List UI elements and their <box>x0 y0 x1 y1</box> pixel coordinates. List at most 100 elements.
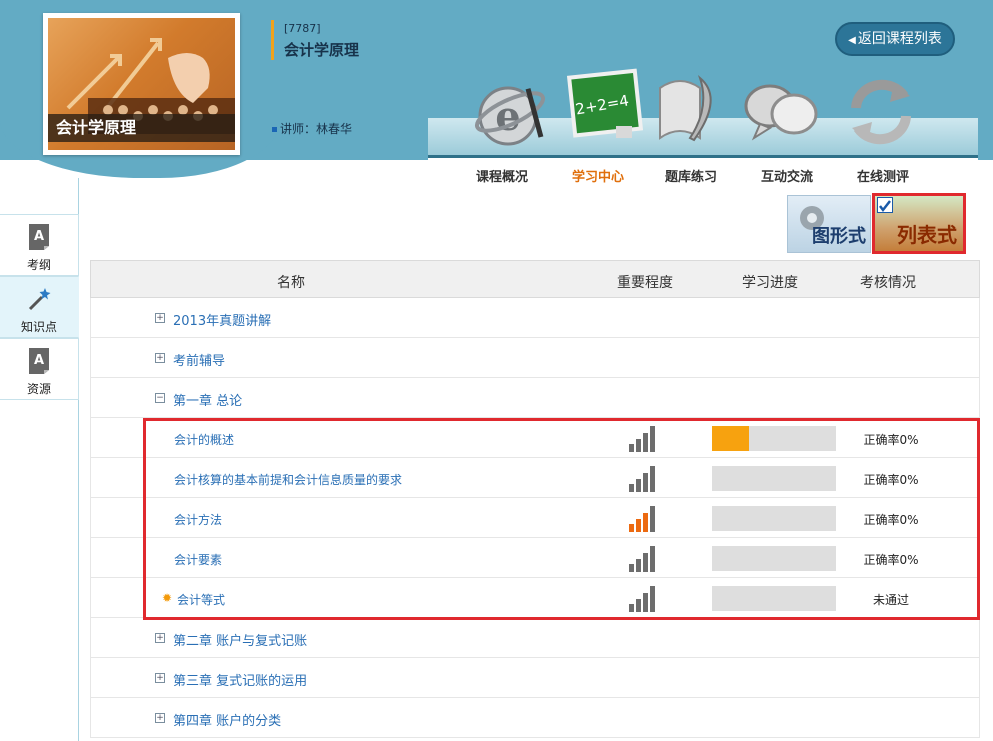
bullet-icon <box>272 127 277 132</box>
importance-bar <box>643 593 648 612</box>
importance-bars-icon <box>629 586 657 612</box>
graph-view-button[interactable]: 图形式 <box>787 195 871 253</box>
column-header-importance: 重要程度 <box>617 275 673 291</box>
nav-course-overview[interactable]: 课程概况 <box>476 166 528 185</box>
importance-bar <box>643 553 648 572</box>
ie-globe-icon[interactable]: e <box>472 68 550 150</box>
sidebar-item-resources[interactable]: A 资源 <box>0 338 79 400</box>
sidebar-item-knowledge-points[interactable]: 知识点 <box>0 276 79 338</box>
sidebar-item-label: 考纲 <box>26 258 51 272</box>
column-header-name: 名称 <box>277 275 305 291</box>
importance-bar <box>636 519 641 532</box>
graph-view-label: 图形式 <box>812 226 866 247</box>
importance-bar <box>650 506 655 532</box>
assessment-result: 正确率0% <box>863 513 919 527</box>
teacher-label: 讲师：林春华 <box>272 120 352 137</box>
course-thumbnail: 会计学原理 <box>43 13 240 155</box>
document-a-icon: A <box>29 224 49 250</box>
chapter-title[interactable]: 第三章 复式记账的运用 <box>173 670 307 689</box>
importance-bars-icon <box>629 506 657 532</box>
knowledge-point-title[interactable]: 会计核算的基本前提和会计信息质量的要求 <box>174 471 402 488</box>
importance-bar <box>643 433 648 452</box>
sidebar-item-syllabus[interactable]: A 考纲 <box>0 214 79 276</box>
chapter-row: − 第一章 总论 <box>90 378 980 418</box>
chapter-title[interactable]: 2013年真题讲解 <box>173 310 271 329</box>
scroll-quill-icon[interactable] <box>650 68 728 150</box>
sidebar-item-label: 资源 <box>26 382 51 396</box>
checkmark-icon <box>877 197 893 213</box>
chapter-row: + 第四章 账户的分类 <box>90 698 980 738</box>
svg-text:A: A <box>34 353 44 368</box>
importance-bar <box>650 586 655 612</box>
course-title-accent <box>271 20 274 60</box>
knowledge-point-row: 会计方法 正确率0% <box>90 498 980 538</box>
collapse-icon[interactable]: − <box>155 393 165 403</box>
progress-bar <box>712 426 836 451</box>
teacher-text: 讲师：林春华 <box>280 122 353 136</box>
nav-question-bank[interactable]: 题库练习 <box>665 166 717 185</box>
expand-icon[interactable]: + <box>155 353 165 363</box>
knowledge-point-row: ✹ 会计等式 未通过 <box>90 578 980 618</box>
importance-bar <box>650 466 655 492</box>
course-name: 会计学原理 <box>284 41 360 59</box>
list-view-label: 列表式 <box>897 223 957 247</box>
speech-bubbles-icon[interactable] <box>742 68 820 150</box>
importance-bar <box>629 484 634 492</box>
nav-online-test[interactable]: 在线测评 <box>857 166 909 185</box>
progress-bar <box>712 506 836 531</box>
column-header-assessment: 考核情况 <box>860 275 916 291</box>
list-view-button[interactable]: 列表式 <box>872 193 966 254</box>
nav-learning-center[interactable]: 学习中心 <box>572 166 624 185</box>
column-header-progress: 学习进度 <box>742 275 798 291</box>
chapter-row: + 考前辅导 <box>90 338 980 378</box>
importance-bars-icon <box>629 546 657 572</box>
knowledge-point-row: 会计要素 正确率0% <box>90 538 980 578</box>
importance-bar <box>629 604 634 612</box>
importance-bar <box>629 444 634 452</box>
sidebar-item-label: 知识点 <box>20 320 57 334</box>
chapter-title[interactable]: 第二章 账户与复式记账 <box>173 630 307 649</box>
svg-text:A: A <box>34 229 44 244</box>
importance-bars-icon <box>629 426 657 452</box>
chapter-title[interactable]: 第一章 总论 <box>173 390 242 409</box>
thumbnail-caption: 会计学原理 <box>48 114 235 142</box>
progress-bar <box>712 546 836 571</box>
expand-icon[interactable]: + <box>155 633 165 643</box>
importance-bar <box>629 564 634 572</box>
importance-bar <box>650 426 655 452</box>
importance-bar <box>643 513 648 532</box>
expand-icon[interactable]: + <box>155 713 165 723</box>
importance-bar <box>650 546 655 572</box>
back-to-course-list-button[interactable]: ◀ 返回课程列表 <box>835 22 955 56</box>
table-body: +2013年真题讲解 + 考前辅导 − 第一章 总论 会计的概述 正确率0% 会计核算的基本前… <box>90 298 980 738</box>
expand-icon[interactable]: + <box>155 313 165 323</box>
knowledge-point-row: 会计的概述 正确率0% <box>90 418 980 458</box>
expand-icon[interactable]: + <box>155 673 165 683</box>
caret-left-icon: ◀ <box>848 35 856 46</box>
nav-interaction[interactable]: 互动交流 <box>761 166 813 185</box>
document-a-icon: A <box>29 348 49 374</box>
assessment-result: 未通过 <box>872 593 909 607</box>
refresh-arrows-icon[interactable] <box>842 68 920 150</box>
chapter-row: + 第三章 复式记账的运用 <box>90 658 980 698</box>
blackboard-icon[interactable]: 2+2=4 <box>566 68 644 150</box>
chapter-title[interactable]: 第四章 账户的分类 <box>173 710 281 729</box>
knowledge-point-title[interactable]: 会计要素 <box>174 551 222 568</box>
knowledge-point-title[interactable]: 会计的概述 <box>174 431 234 448</box>
importance-bars-icon <box>629 466 657 492</box>
importance-bar <box>636 599 641 612</box>
importance-bar <box>636 559 641 572</box>
knowledge-point-row: 会计核算的基本前提和会计信息质量的要求 正确率0% <box>90 458 980 498</box>
knowledge-point-title[interactable]: 会计方法 <box>174 511 222 528</box>
assessment-result: 正确率0% <box>863 553 919 567</box>
course-id: [7787] <box>284 22 321 35</box>
progress-bar <box>712 586 836 611</box>
chapter-row: +2013年真题讲解 <box>90 298 980 338</box>
chapter-title[interactable]: 考前辅导 <box>173 350 225 369</box>
assessment-result: 正确率0% <box>863 473 919 487</box>
chapter-row: + 第二章 账户与复式记账 <box>90 618 980 658</box>
progress-fill <box>712 426 750 451</box>
knowledge-point-title[interactable]: 会计等式 <box>177 591 225 608</box>
importance-bar <box>636 439 641 452</box>
assessment-result: 正确率0% <box>863 433 919 447</box>
